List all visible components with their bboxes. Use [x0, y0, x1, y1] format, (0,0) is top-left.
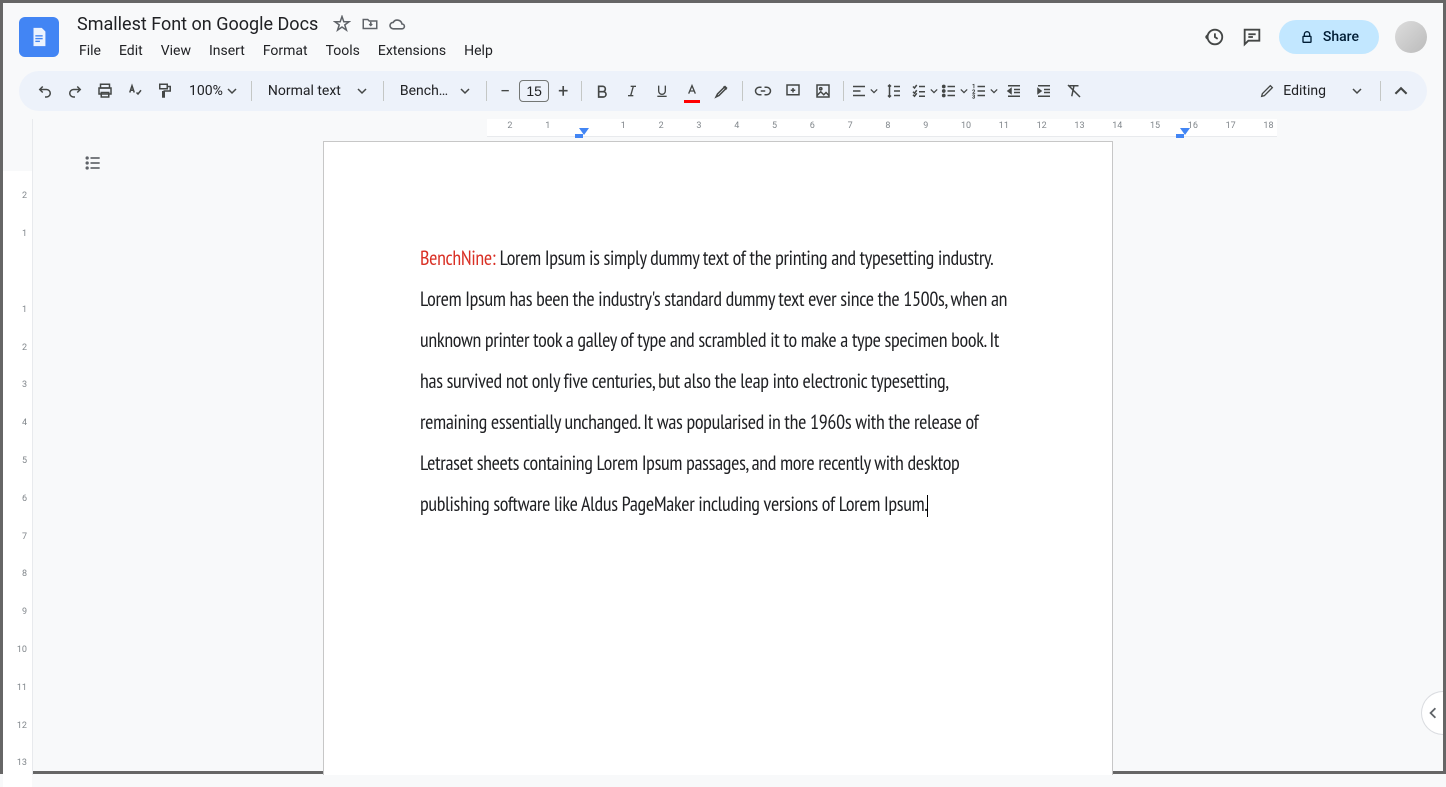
- svg-text:3: 3: [972, 95, 975, 101]
- separator: [1380, 81, 1381, 101]
- titlebar: Smallest Font on Google Docs File Edit V…: [3, 3, 1443, 63]
- ruler-tick: 11: [17, 683, 27, 693]
- ruler-tick: 1: [22, 229, 27, 239]
- line-spacing-button[interactable]: [880, 77, 908, 105]
- ruler-tick: 6: [22, 494, 27, 504]
- menu-edit[interactable]: Edit: [111, 39, 151, 63]
- text-cursor: [927, 495, 928, 517]
- title-row: Smallest Font on Google Docs: [71, 12, 1203, 37]
- zoom-select[interactable]: 100%: [181, 83, 245, 99]
- separator: [251, 81, 252, 101]
- font-select[interactable]: Bench…: [390, 83, 480, 99]
- font-size-decrease[interactable]: −: [493, 79, 517, 103]
- ruler-tick: 7: [22, 532, 27, 542]
- share-button[interactable]: Share: [1279, 20, 1379, 54]
- menu-file[interactable]: File: [71, 39, 109, 63]
- menu-insert[interactable]: Insert: [201, 39, 253, 63]
- clear-format-button[interactable]: [1060, 77, 1088, 105]
- ruler-tick: 9: [22, 607, 27, 617]
- ruler-tick: 2: [22, 191, 27, 201]
- lock-icon: [1299, 29, 1315, 45]
- chevron-down-icon: [357, 86, 367, 96]
- menu-bar: File Edit View Insert Format Tools Exten…: [71, 39, 1203, 63]
- ruler-tick: 12: [17, 721, 27, 731]
- editing-mode-button[interactable]: Editing: [1247, 75, 1374, 107]
- page[interactable]: BenchNine: Lorem Ipsum is simply dummy t…: [323, 141, 1113, 775]
- font-size-input[interactable]: [519, 80, 549, 102]
- paragraph-style-select[interactable]: Normal text: [258, 83, 377, 99]
- title-column: Smallest Font on Google Docs File Edit V…: [71, 12, 1203, 63]
- menu-help[interactable]: Help: [456, 39, 501, 63]
- ruler-tick: 1: [22, 305, 27, 315]
- ruler-tick: 5: [22, 456, 27, 466]
- decrease-indent-button[interactable]: [1000, 77, 1028, 105]
- pencil-icon: [1259, 83, 1275, 99]
- print-button[interactable]: [91, 77, 119, 105]
- menu-tools[interactable]: Tools: [318, 39, 368, 63]
- highlight-button[interactable]: [708, 77, 736, 105]
- paragraph-style-value: Normal text: [268, 83, 341, 99]
- docs-logo[interactable]: [19, 17, 59, 57]
- share-label: Share: [1323, 29, 1359, 45]
- numbered-list-button[interactable]: 123: [970, 77, 998, 105]
- ruler-tick: 4: [22, 418, 27, 428]
- history-icon[interactable]: [1203, 26, 1225, 48]
- separator: [843, 81, 844, 101]
- align-button[interactable]: [850, 77, 878, 105]
- document-paragraph[interactable]: BenchNine: Lorem Ipsum is simply dummy t…: [420, 238, 1016, 525]
- outline-toggle-button[interactable]: [77, 147, 109, 179]
- font-size-increase[interactable]: +: [551, 79, 575, 103]
- insert-link-button[interactable]: [749, 77, 777, 105]
- move-icon[interactable]: [360, 14, 380, 34]
- ruler-tick: 3: [22, 380, 27, 390]
- separator: [486, 81, 487, 101]
- underline-button[interactable]: [648, 77, 676, 105]
- titlebar-right: Share: [1203, 20, 1427, 54]
- editing-mode-label: Editing: [1283, 83, 1326, 99]
- chevron-down-icon: [227, 86, 237, 96]
- ruler-tick: 8: [22, 569, 27, 579]
- text-color-button[interactable]: [678, 77, 706, 105]
- zoom-value: 100%: [189, 83, 223, 99]
- spellcheck-button[interactable]: [121, 77, 149, 105]
- workspace: 2112345678910111213 21123456789101112131…: [3, 119, 1443, 775]
- menu-extensions[interactable]: Extensions: [370, 39, 454, 63]
- font-value: Bench…: [400, 83, 448, 99]
- font-size-control: − +: [493, 79, 575, 103]
- ruler-tick: 13: [17, 758, 27, 768]
- undo-button[interactable]: [31, 77, 59, 105]
- ruler-tick: 10: [17, 645, 27, 655]
- bulleted-list-button[interactable]: [940, 77, 968, 105]
- star-icon[interactable]: [332, 14, 352, 34]
- app-root: Smallest Font on Google Docs File Edit V…: [0, 0, 1446, 774]
- ruler-tick: 2: [22, 343, 27, 353]
- italic-button[interactable]: [618, 77, 646, 105]
- canvas[interactable]: BenchNine: Lorem Ipsum is simply dummy t…: [33, 119, 1443, 775]
- cloud-status-icon[interactable]: [388, 14, 408, 34]
- comments-icon[interactable]: [1241, 26, 1263, 48]
- checklist-button[interactable]: [910, 77, 938, 105]
- paint-format-button[interactable]: [151, 77, 179, 105]
- toolbar: 100% Normal text Bench… − + 123 Edit: [19, 71, 1427, 111]
- document-title[interactable]: Smallest Font on Google Docs: [71, 12, 324, 37]
- collapse-toolbar-button[interactable]: [1387, 77, 1415, 105]
- chevron-down-icon: [1352, 86, 1362, 96]
- separator: [581, 81, 582, 101]
- font-name-label: BenchNine:: [420, 245, 496, 271]
- chevron-down-icon: [460, 86, 470, 96]
- separator: [383, 81, 384, 101]
- insert-comment-button[interactable]: [779, 77, 807, 105]
- insert-image-button[interactable]: [809, 77, 837, 105]
- paragraph-body: Lorem Ipsum is simply dummy text of the …: [420, 245, 1007, 517]
- redo-button[interactable]: [61, 77, 89, 105]
- separator: [742, 81, 743, 101]
- menu-format[interactable]: Format: [255, 39, 316, 63]
- increase-indent-button[interactable]: [1030, 77, 1058, 105]
- menu-view[interactable]: View: [153, 39, 199, 63]
- vertical-ruler[interactable]: 2112345678910111213: [3, 119, 33, 775]
- bold-button[interactable]: [588, 77, 616, 105]
- avatar[interactable]: [1395, 21, 1427, 53]
